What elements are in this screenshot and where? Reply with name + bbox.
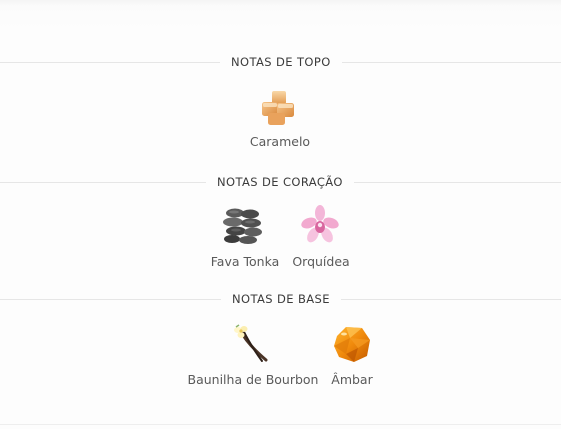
fragrance-notes-panel: NOTAS DE TOPO Caramelo NOTAS DE CORAÇÃO … (0, 0, 561, 429)
amber-icon (332, 324, 372, 364)
note-name-fava-tonka: Fava Tonka (210, 254, 280, 269)
section-title-base-notes: NOTAS DE BASE (221, 289, 341, 309)
caramel-icon (259, 88, 299, 128)
section-header-top-notes: NOTAS DE TOPO (0, 52, 561, 72)
vanilla-icon (232, 324, 272, 364)
note-name-ambar: Âmbar (331, 372, 373, 387)
note-name-orquidea: Orquídea (292, 254, 350, 269)
orchid-icon (300, 205, 340, 245)
section-header-base-notes: NOTAS DE BASE (0, 289, 561, 309)
tonka-bean-icon (223, 205, 263, 245)
section-header-heart-notes: NOTAS DE CORAÇÃO (0, 172, 561, 192)
bottom-divider (0, 424, 561, 425)
note-name-caramelo: Caramelo (249, 134, 311, 149)
section-title-top-notes: NOTAS DE TOPO (220, 52, 342, 72)
section-title-heart-notes: NOTAS DE CORAÇÃO (206, 172, 354, 192)
note-name-baunilha-de-bourbon: Baunilha de Bourbon (187, 372, 319, 387)
